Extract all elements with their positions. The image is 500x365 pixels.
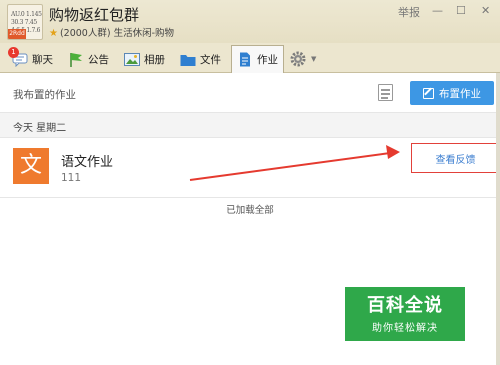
group-avatar[interactable]: AU.0 1.145 30.3 7.45 4.6.5 1.7.6 2Rdd: [7, 4, 43, 40]
assign-homework-button[interactable]: 布置作业: [410, 81, 494, 105]
tab-homework-label: 作业: [257, 54, 278, 66]
date-section: 今天 星期二: [0, 113, 500, 138]
document-list-icon[interactable]: [378, 84, 393, 101]
group-name[interactable]: 购物返红包群: [49, 4, 139, 25]
title-bar: AU.0 1.145 30.3 7.45 4.6.5 1.7.6 2Rdd 购物…: [0, 0, 500, 43]
flag-icon: [68, 52, 84, 67]
group-meta: ★ (2000人群) 生活休闲-购物: [49, 25, 174, 39]
settings-menu[interactable]: ▼: [289, 45, 316, 73]
close-button[interactable]: ✕: [481, 4, 490, 17]
tab-announcement-label: 公告: [88, 53, 109, 66]
tab-homework[interactable]: 作业: [231, 45, 284, 73]
homework-subtitle: 111: [61, 172, 82, 184]
star-icon: ★: [49, 28, 58, 39]
tab-chat-label: 聊天: [32, 53, 53, 66]
chinese-subject-icon: 文: [13, 148, 49, 184]
watermark-main: 百科全说: [367, 295, 443, 316]
tab-files[interactable]: 文件: [180, 45, 221, 73]
folder-icon: [180, 52, 196, 67]
page-title: 我布置的作业: [13, 89, 76, 101]
tab-bar: 1 聊天 公告 相册 文件 作业 ▼: [0, 43, 500, 73]
tab-files-label: 文件: [200, 53, 221, 66]
loaded-all-text: 已加载全部: [226, 205, 274, 216]
minimize-button[interactable]: —: [432, 4, 443, 17]
view-feedback-button[interactable]: 查看反馈: [411, 143, 500, 173]
document-icon: [237, 52, 253, 67]
chat-icon: 1: [8, 46, 28, 67]
report-link[interactable]: 举报: [398, 4, 420, 20]
unread-badge: 1: [8, 46, 19, 58]
date-label: 今天 星期二: [13, 123, 67, 134]
tab-album[interactable]: 相册: [124, 45, 165, 73]
avatar-tag: 2Rdd: [8, 29, 26, 39]
homework-header: 我布置的作业 布置作业: [0, 73, 500, 113]
tab-announcement[interactable]: 公告: [68, 45, 109, 73]
assign-homework-label: 布置作业: [439, 87, 481, 100]
gear-icon: [289, 50, 307, 68]
tab-album-label: 相册: [144, 53, 165, 66]
list-item[interactable]: 文 语文作业 111 查看反馈: [0, 138, 500, 198]
edit-icon: [423, 87, 434, 99]
watermark-sub: 助你轻松解决: [372, 323, 438, 334]
tab-chat[interactable]: 1 聊天: [8, 45, 53, 73]
maximize-button[interactable]: ☐: [456, 4, 466, 17]
photo-icon: [124, 52, 140, 67]
homework-title: 语文作业: [61, 155, 114, 170]
group-meta-text[interactable]: (2000人群) 生活休闲-购物: [60, 28, 174, 39]
watermark-logo: 百科全说 助你轻松解决: [345, 287, 465, 341]
scrollbar[interactable]: [496, 73, 500, 365]
chevron-down-icon: ▼: [311, 55, 317, 63]
